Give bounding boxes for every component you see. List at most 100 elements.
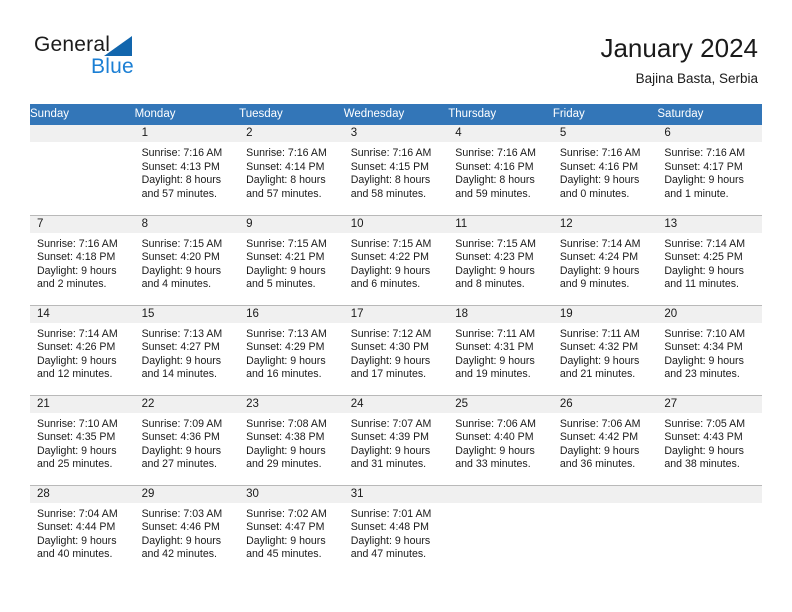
calendar-day-cell[interactable]: 8 Sunrise: 7:15 AM Sunset: 4:20 PM Daylight…	[134, 214, 240, 305]
calendar-day-cell[interactable]: 25 Sunrise: 7:06 AM Sunset: 4:40 PM Dayligh…	[448, 394, 553, 485]
sunrise-text: Sunrise: 7:05 AM	[664, 417, 746, 430]
sunset-text: Sunset: 4:32 PM	[559, 341, 639, 354]
calendar-day-cell[interactable]: 3 Sunrise: 7:16 AM Sunset: 4:15 PM Daylight…	[343, 125, 449, 215]
sunrise-text: Sunrise: 7:16 AM	[559, 147, 641, 159]
day-details: Sunrise: 7:14 AM Sunset: 4:25 PM Daylight:…	[657, 233, 762, 292]
daylight-text: Daylight: 9 hours	[350, 444, 431, 457]
calendar-day-cell[interactable]: 11 Sunrise: 7:15 AM Sunset: 4:23 PM Dayligh…	[448, 214, 553, 305]
calendar-day-cell[interactable]: 20 Sunrise: 7:10 AM Sunset: 4:34 PM Dayligh…	[657, 304, 762, 395]
daylight-text: Daylight: 9 hours	[664, 444, 744, 457]
day-details: Sunrise: 7:05 AM Sunset: 4:43 PM Daylight:…	[657, 413, 762, 472]
calendar-day-cell[interactable]: 18 Sunrise: 7:11 AM Sunset: 4:31 PM Dayligh…	[448, 304, 553, 395]
calendar-day-cell[interactable]: 6 Sunrise: 7:16 AM Sunset: 4:17 PM Daylight…	[657, 125, 762, 215]
calendar-day-cell[interactable]: 14 Sunrise: 7:14 AM Sunset: 4:26 PM Dayligh…	[30, 304, 135, 395]
daylight-text: Daylight: 9 hours	[559, 174, 640, 187]
day-number: 21	[30, 395, 135, 413]
sunset-text: Sunset: 4:24 PM	[559, 251, 639, 264]
day-number: 18	[448, 305, 553, 323]
daylight-minutes-text: and 57 minutes.	[246, 187, 322, 200]
day-number: 14	[30, 305, 135, 323]
calendar-day-cell[interactable]: 16 Sunrise: 7:13 AM Sunset: 4:29 PM Dayligh…	[239, 304, 344, 395]
calendar-day-cell[interactable]: 31 Sunrise: 7:01 AM Sunset: 4:48 PM Dayligh…	[343, 484, 449, 575]
calendar-day-cell[interactable]: 23 Sunrise: 7:08 AM Sunset: 4:38 PM Dayligh…	[239, 394, 344, 485]
daylight-minutes-text: and 21 minutes.	[559, 368, 636, 381]
daylight-text: Daylight: 9 hours	[559, 264, 640, 277]
daylight-text: Daylight: 9 hours	[141, 534, 222, 547]
day-number: 28	[30, 485, 135, 503]
calendar-day-cell[interactable]: 24 Sunrise: 7:07 AM Sunset: 4:39 PM Dayligh…	[343, 394, 449, 485]
day-details: Sunrise: 7:07 AM Sunset: 4:39 PM Daylight:…	[344, 413, 449, 472]
page-header: General Blue January 2024 Bajina Basta, …	[0, 0, 792, 100]
sunrise-text: Sunrise: 7:04 AM	[37, 507, 118, 520]
calendar-day-cell[interactable]: 7 Sunrise: 7:16 AM Sunset: 4:18 PM Daylight…	[30, 214, 135, 305]
daylight-text: Daylight: 9 hours	[350, 354, 431, 367]
calendar-day-cell[interactable]: 29 Sunrise: 7:03 AM Sunset: 4:46 PM Dayligh…	[134, 484, 240, 575]
daylight-minutes-text: and 6 minutes.	[350, 278, 421, 291]
sunrise-text: Sunrise: 7:14 AM	[559, 237, 641, 250]
sunrise-text: Sunrise: 7:03 AM	[141, 507, 223, 520]
calendar-day-cell[interactable]: 30 Sunrise: 7:02 AM Sunset: 4:47 PM Dayligh…	[239, 484, 344, 575]
day-details: Sunrise: 7:14 AM Sunset: 4:26 PM Daylight:…	[30, 323, 135, 382]
sunrise-text: Sunrise: 7:16 AM	[246, 147, 327, 159]
day-number: 13	[657, 215, 762, 233]
daylight-text: Daylight: 9 hours	[455, 354, 535, 367]
general-blue-logo[interactable]: General Blue	[34, 33, 164, 85]
weekday-header-wednesday: Wednesday	[343, 104, 449, 125]
day-details: Sunrise: 7:10 AM Sunset: 4:35 PM Daylight:…	[30, 413, 135, 472]
calendar-day-cell[interactable]: 12 Sunrise: 7:14 AM Sunset: 4:24 PM Dayligh…	[552, 214, 658, 305]
sunset-text: Sunset: 4:21 PM	[246, 251, 325, 264]
sunrise-text: Sunrise: 7:15 AM	[141, 237, 223, 250]
sunset-text: Sunset: 4:22 PM	[350, 251, 430, 264]
sunset-text: Sunset: 4:15 PM	[350, 160, 430, 173]
daylight-minutes-text: and 29 minutes.	[246, 458, 322, 471]
sunset-text: Sunset: 4:46 PM	[141, 521, 220, 534]
calendar-day-cell[interactable]: 2 Sunrise: 7:16 AM Sunset: 4:14 PM Daylight…	[239, 125, 344, 215]
daylight-text: Daylight: 9 hours	[141, 444, 222, 457]
daylight-minutes-text: and 31 minutes.	[350, 458, 427, 471]
sunset-text: Sunset: 4:34 PM	[664, 341, 743, 354]
logo-text-blue: Blue	[91, 55, 134, 78]
calendar-day-cell[interactable]: 15 Sunrise: 7:13 AM Sunset: 4:27 PM Dayligh…	[134, 304, 240, 395]
daylight-text: Daylight: 9 hours	[455, 444, 535, 457]
day-details: Sunrise: 7:06 AM Sunset: 4:40 PM Daylight:…	[448, 413, 553, 472]
page-title: January 2024	[600, 33, 758, 63]
day-details: Sunrise: 7:16 AM Sunset: 4:14 PM Daylight:…	[239, 142, 344, 201]
daylight-minutes-text: and 17 minutes.	[350, 368, 427, 381]
calendar-day-cell[interactable]: 22 Sunrise: 7:09 AM Sunset: 4:36 PM Dayligh…	[134, 394, 240, 485]
sunrise-text: Sunrise: 7:15 AM	[455, 237, 536, 250]
title-block: January 2024 Bajina Basta, Serbia	[600, 32, 758, 87]
calendar-day-cell[interactable]: 4 Sunrise: 7:16 AM Sunset: 4:16 PM Daylight…	[448, 125, 553, 215]
calendar-day-cell[interactable]: 1 Sunrise: 7:16 AM Sunset: 4:13 PM Daylight…	[134, 125, 240, 215]
daylight-text: Daylight: 9 hours	[246, 264, 326, 277]
daylight-minutes-text: and 40 minutes.	[37, 548, 113, 561]
calendar-day-cell[interactable]: 10 Sunrise: 7:15 AM Sunset: 4:22 PM Dayligh…	[343, 214, 449, 305]
calendar-day-cell[interactable]: 27 Sunrise: 7:05 AM Sunset: 4:43 PM Dayligh…	[657, 394, 762, 485]
daylight-minutes-text: and 33 minutes.	[455, 458, 531, 471]
calendar-week-row: 7 Sunrise: 7:16 AM Sunset: 4:18 PM Daylight…	[30, 214, 762, 305]
daylight-text: Daylight: 8 hours	[246, 174, 326, 187]
calendar-day-cell[interactable]: 26 Sunrise: 7:06 AM Sunset: 4:42 PM Dayligh…	[552, 394, 658, 485]
day-details: Sunrise: 7:16 AM Sunset: 4:17 PM Daylight:…	[657, 142, 762, 201]
calendar-day-cell[interactable]: 5 Sunrise: 7:16 AM Sunset: 4:16 PM Daylight…	[552, 125, 658, 215]
daylight-text: Daylight: 9 hours	[664, 174, 744, 187]
sunset-text: Sunset: 4:44 PM	[37, 521, 116, 534]
calendar-day-cell[interactable]: 17 Sunrise: 7:12 AM Sunset: 4:30 PM Dayligh…	[343, 304, 449, 395]
calendar-day-cell[interactable]: 9 Sunrise: 7:15 AM Sunset: 4:21 PM Daylight…	[239, 214, 344, 305]
calendar-day-cell[interactable]: 13 Sunrise: 7:14 AM Sunset: 4:25 PM Dayligh…	[657, 214, 762, 305]
calendar-cell-empty	[448, 484, 553, 575]
day-number	[657, 485, 762, 503]
day-number: 16	[239, 305, 344, 323]
sunset-text: Sunset: 4:43 PM	[664, 431, 743, 444]
daylight-minutes-text: and 4 minutes.	[141, 278, 212, 291]
sunset-text: Sunset: 4:16 PM	[559, 160, 639, 173]
calendar-day-cell[interactable]: 28 Sunrise: 7:04 AM Sunset: 4:44 PM Dayligh…	[30, 484, 135, 575]
day-details: Sunrise: 7:16 AM Sunset: 4:16 PM Daylight:…	[448, 142, 553, 201]
calendar-day-cell[interactable]: 21 Sunrise: 7:10 AM Sunset: 4:35 PM Dayligh…	[30, 394, 135, 485]
day-number: 12	[552, 215, 658, 233]
day-number: 20	[657, 305, 762, 323]
day-details: Sunrise: 7:06 AM Sunset: 4:42 PM Daylight:…	[553, 413, 658, 472]
day-details: Sunrise: 7:16 AM Sunset: 4:13 PM Daylight:…	[135, 142, 240, 201]
day-details: Sunrise: 7:16 AM Sunset: 4:16 PM Daylight:…	[553, 142, 658, 201]
calendar-day-cell[interactable]: 19 Sunrise: 7:11 AM Sunset: 4:32 PM Dayligh…	[552, 304, 658, 395]
sunset-text: Sunset: 4:16 PM	[455, 160, 534, 173]
